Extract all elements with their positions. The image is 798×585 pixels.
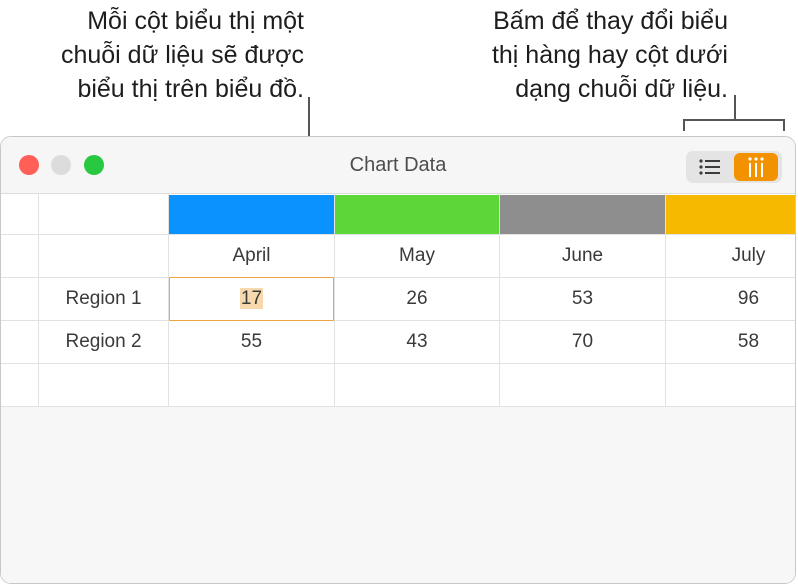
table-cell[interactable]: 58 bbox=[666, 321, 795, 363]
callout-toggle-series: Bấm để thay đổi biểu thị hàng hay cột dư… bbox=[492, 4, 728, 106]
column-header-may[interactable]: May bbox=[335, 235, 499, 277]
column-header-april[interactable]: April bbox=[169, 235, 334, 277]
table-cell[interactable]: 70 bbox=[500, 321, 665, 363]
series-color-july[interactable] bbox=[666, 195, 795, 234]
callout-line: dạng chuỗi dữ liệu. bbox=[515, 75, 728, 103]
leader-line-right bbox=[734, 95, 736, 120]
column-header-july[interactable]: July bbox=[666, 235, 795, 277]
selected-cell-value: 17 bbox=[239, 288, 264, 309]
callout-column-series: Mỗi cột biểu thị một chuỗi dữ liệu sẽ đư… bbox=[61, 4, 304, 106]
callout-line: Mỗi cột biểu thị một bbox=[87, 7, 304, 35]
title-bar: Chart Data bbox=[1, 137, 795, 194]
rows-as-series-button[interactable] bbox=[688, 153, 732, 181]
series-color-june[interactable] bbox=[500, 195, 665, 234]
table-cell[interactable]: 55 bbox=[169, 321, 334, 363]
row-label-region-2[interactable]: Region 2 bbox=[39, 321, 168, 363]
series-color-april[interactable] bbox=[169, 195, 334, 234]
window-title: Chart Data bbox=[349, 154, 447, 176]
table-cell[interactable]: 26 bbox=[335, 278, 499, 320]
column-header-june[interactable]: June bbox=[500, 235, 665, 277]
columns-icon bbox=[748, 157, 764, 177]
callout-line: Bấm để thay đổi biểu bbox=[493, 7, 728, 35]
series-color-may[interactable] bbox=[335, 195, 499, 234]
chart-data-window: Chart Data April May June July Region 1 … bbox=[0, 136, 796, 584]
columns-as-series-button[interactable] bbox=[734, 153, 778, 181]
callout-line: thị hàng hay cột dưới bbox=[491, 41, 728, 69]
leader-bracket bbox=[683, 119, 785, 121]
table-cell[interactable]: 96 bbox=[666, 278, 795, 320]
list-icon bbox=[699, 159, 720, 175]
leader-bracket-right bbox=[783, 119, 785, 131]
table-cell[interactable]: 43 bbox=[335, 321, 499, 363]
table-cell[interactable]: 17 bbox=[169, 278, 334, 320]
callout-line: biểu thị trên biểu đồ. bbox=[77, 75, 304, 103]
row-label-region-1[interactable]: Region 1 bbox=[39, 278, 168, 320]
callout-line: chuỗi dữ liệu sẽ được bbox=[60, 41, 304, 69]
table-cell[interactable]: 53 bbox=[500, 278, 665, 320]
leader-bracket-left bbox=[683, 119, 685, 131]
series-toggle bbox=[686, 151, 782, 183]
data-table: April May June July Region 1 17 26 53 96… bbox=[1, 194, 795, 583]
